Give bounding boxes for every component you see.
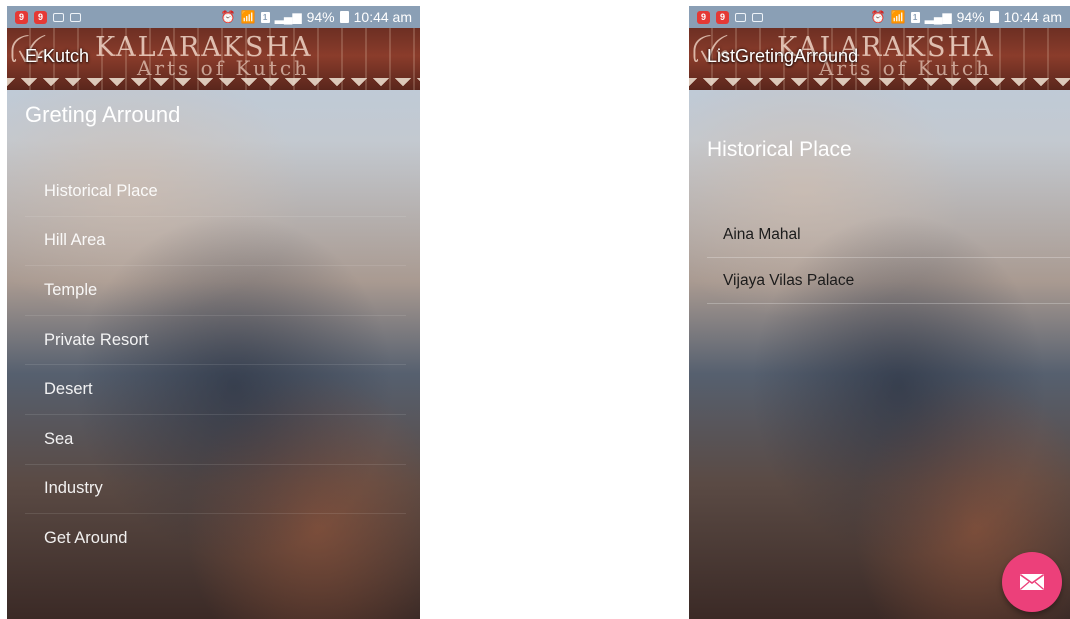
category-item-sea[interactable]: Sea xyxy=(25,415,406,465)
banner-subtitle: Arts of Kutch xyxy=(137,56,310,80)
category-item-historical-place[interactable]: Historical Place xyxy=(25,167,406,217)
category-item-desert[interactable]: Desert xyxy=(25,365,406,415)
alarm-icon: ⏰ xyxy=(870,10,886,24)
notification-icon: 9 xyxy=(15,10,28,24)
app-title: ListGretingArround xyxy=(707,46,859,66)
gallery-icon xyxy=(735,12,746,22)
category-item-industry[interactable]: Industry xyxy=(25,465,406,515)
category-item-get-around[interactable]: Get Around xyxy=(25,514,406,564)
message-icon xyxy=(752,12,763,22)
banner-pattern xyxy=(7,78,420,90)
mail-fab-button[interactable] xyxy=(1002,552,1062,612)
section-title: Historical Place xyxy=(707,138,852,161)
notification-icon: 9 xyxy=(716,10,729,24)
status-bar: 9 9 ⏰ 📶 1 ▂▄▆ 94% 10:44 am xyxy=(7,6,420,28)
signal-icon: ▂▄▆ xyxy=(274,10,302,24)
banner-pattern xyxy=(689,78,1070,90)
sim-icon: 1 xyxy=(260,11,270,23)
place-item-vijaya-vilas-palace[interactable]: Vijaya Vilas Palace xyxy=(707,258,1070,304)
battery-icon xyxy=(339,11,349,23)
left-phone-screen: 9 9 ⏰ 📶 1 ▂▄▆ 94% 10:44 am ꪶꪜꪀ KALARAKSH… xyxy=(7,6,420,619)
category-item-temple[interactable]: Temple xyxy=(25,266,406,316)
clock: 10:44 am xyxy=(1003,9,1062,25)
message-icon xyxy=(70,12,81,22)
wifi-icon: 📶 xyxy=(240,10,256,24)
battery-percent: 94% xyxy=(306,9,335,25)
app-toolbar: ꪶꪜꪀ KALARAKSHA Arts of Kutch E-Kutch xyxy=(7,28,420,90)
gallery-icon xyxy=(53,12,64,22)
battery-icon xyxy=(989,11,999,23)
battery-percent: 94% xyxy=(956,9,985,25)
category-item-private-resort[interactable]: Private Resort xyxy=(25,316,406,366)
notification-icon: 9 xyxy=(697,10,710,24)
wifi-icon: 📶 xyxy=(890,10,906,24)
mail-icon xyxy=(1020,574,1044,590)
app-title: E-Kutch xyxy=(25,46,90,66)
signal-icon: ▂▄▆ xyxy=(924,10,952,24)
notification-icon: 9 xyxy=(34,10,47,24)
category-list: Historical Place Hill Area Temple Privat… xyxy=(25,167,406,564)
status-bar: 9 9 ⏰ 📶 1 ▂▄▆ 94% 10:44 am xyxy=(689,6,1070,28)
place-list: Aina Mahal Vijaya Vilas Palace xyxy=(707,212,1070,304)
app-toolbar: ꪶꪜꪀ KALARAKSHA Arts of Kutch ListGreting… xyxy=(689,28,1070,90)
category-item-hill-area[interactable]: Hill Area xyxy=(25,217,406,267)
alarm-icon: ⏰ xyxy=(220,10,236,24)
place-item-aina-mahal[interactable]: Aina Mahal xyxy=(707,212,1070,258)
section-title: Greting Arround xyxy=(25,102,181,127)
clock: 10:44 am xyxy=(353,9,412,25)
right-phone-screen: 9 9 ⏰ 📶 1 ▂▄▆ 94% 10:44 am ꪶꪜꪀ KALARAKSH… xyxy=(689,6,1070,619)
sim-icon: 1 xyxy=(910,11,920,23)
